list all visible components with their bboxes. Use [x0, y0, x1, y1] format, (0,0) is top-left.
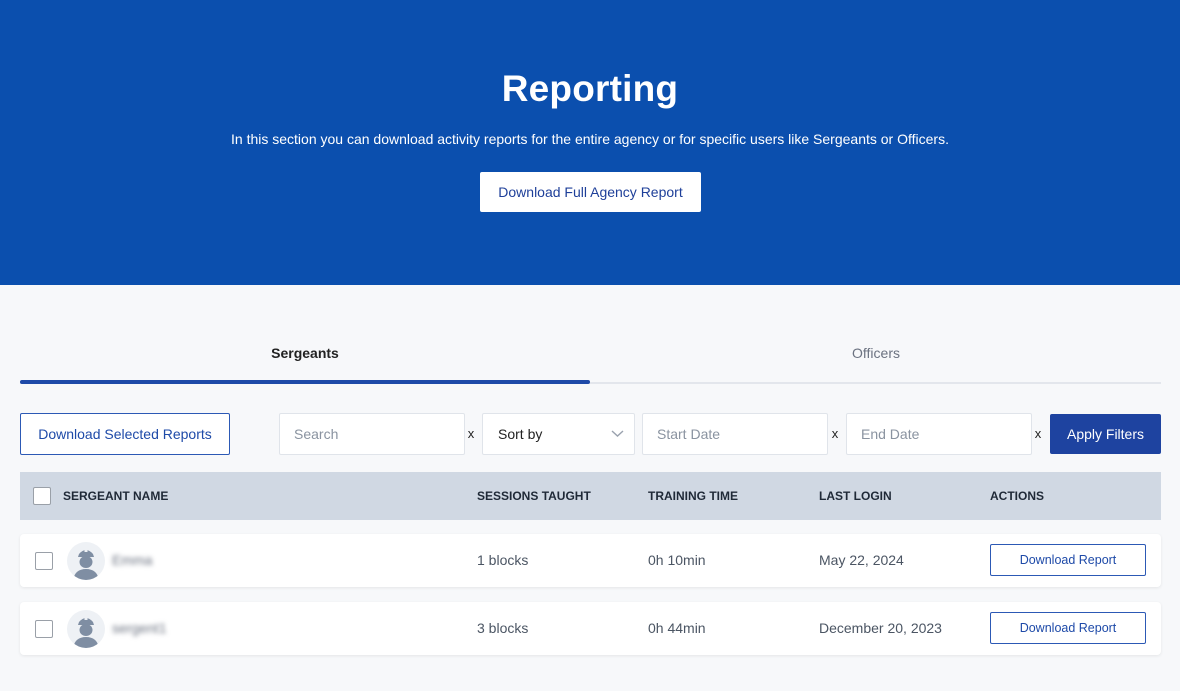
training-time: 0h 10min: [648, 552, 706, 568]
download-selected-reports-button[interactable]: Download Selected Reports: [20, 413, 230, 455]
sergeant-name: Emma: [112, 552, 153, 568]
search-input[interactable]: [279, 413, 465, 455]
row-checkbox[interactable]: [35, 620, 53, 638]
tab-sergeants[interactable]: Sergeants: [20, 330, 590, 384]
column-header-training-time[interactable]: TRAINING TIME: [648, 489, 738, 503]
sessions-taught: 3 blocks: [477, 620, 529, 636]
sergeant-name: sergent1: [112, 620, 167, 636]
table-row: Emma 1 blocks 0h 10min May 22, 2024 Down…: [20, 534, 1161, 587]
clear-end-date-button[interactable]: x: [1033, 426, 1043, 441]
tab-officers[interactable]: Officers: [591, 330, 1161, 382]
page-title: Reporting: [501, 68, 679, 109]
download-full-agency-report-button[interactable]: Download Full Agency Report: [480, 172, 701, 212]
officer-avatar-icon: [67, 542, 105, 580]
end-date-input[interactable]: [846, 413, 1032, 455]
start-date-input[interactable]: [642, 413, 828, 455]
filter-toolbar: Download Selected Reports x Sort by x x …: [20, 413, 1161, 455]
column-header-sessions[interactable]: SESSIONS TAUGHT: [477, 489, 591, 503]
officer-avatar-icon: [67, 610, 105, 648]
row-checkbox[interactable]: [35, 552, 53, 570]
role-tabs: Sergeants Officers: [20, 330, 1161, 384]
column-header-last-login: LAST LOGIN: [819, 489, 892, 503]
last-login: December 20, 2023: [819, 620, 942, 636]
select-all-checkbox[interactable]: [33, 487, 51, 505]
column-header-name[interactable]: SERGEANT NAME: [63, 489, 168, 503]
training-time: 0h 44min: [648, 620, 706, 636]
clear-start-date-button[interactable]: x: [830, 426, 840, 441]
download-report-button[interactable]: Download Report: [990, 544, 1146, 576]
sessions-taught: 1 blocks: [477, 552, 529, 568]
clear-search-button[interactable]: x: [466, 426, 476, 441]
apply-filters-button[interactable]: Apply Filters: [1050, 414, 1161, 454]
sort-by-label: Sort by: [498, 426, 543, 442]
last-login: May 22, 2024: [819, 552, 904, 568]
column-header-actions: ACTIONS: [990, 489, 1044, 503]
table-header: SERGEANT NAME SESSIONS TAUGHT TRAINING T…: [20, 472, 1161, 520]
chevron-down-icon: [611, 414, 624, 470]
page-description: In this section you can download activit…: [231, 131, 949, 147]
table-row: sergent1 3 blocks 0h 44min December 20, …: [20, 602, 1161, 655]
download-report-button[interactable]: Download Report: [990, 612, 1146, 644]
hero-banner: Reporting In this section you can downlo…: [0, 0, 1180, 285]
sort-by-select[interactable]: Sort by: [482, 413, 635, 455]
